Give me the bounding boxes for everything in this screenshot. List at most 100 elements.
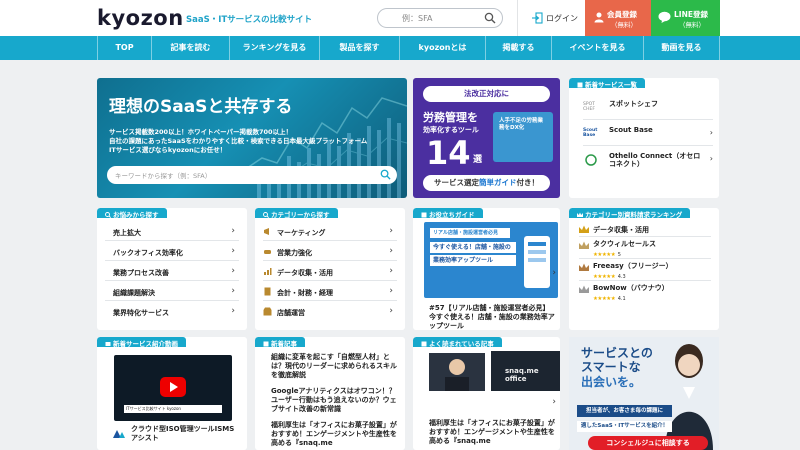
nav-videos[interactable]: 動画を見る [643,36,720,60]
news-header: 新着記事 [255,337,305,348]
news-article-3[interactable]: 福利厚生は「オフィスにお菓子設置」がおすすめ！エンゲージメントや生産性を高める『… [271,421,399,447]
promo-number: 14 [426,134,471,172]
chevron-right-icon: › [389,266,393,276]
hero-search-input[interactable]: キーワードから探す（例：SFA） [107,166,397,184]
nav-list-service[interactable]: 掲載する [485,36,551,60]
nav-ranking[interactable]: ランキングを見る [229,36,319,60]
promo-unit: 選 [473,155,483,165]
guide-title[interactable]: #57【リアル店舗・施設運営者必見】今すぐ使える！店舗・施設の業務効率アップツー… [429,304,555,330]
worry-item-organization[interactable]: 組織課題解決 › [105,283,239,301]
doc-icon [263,341,269,347]
login-button[interactable]: ログイン [517,0,585,36]
category-header: カテゴリーから探す [255,208,338,219]
category-item-store[interactable]: 店舗運営 › [263,303,397,321]
ranking-item-1[interactable]: タクウィルセールス ★★★★★ 5 [579,237,711,259]
site-header: kyozon SaaS・ITサービスの比較サイト 例：SFA ログイン 会員登録… [0,0,800,36]
ranking-panel: カテゴリー別資料請求ランキング データ収集・活用 タクウィルセールス ★★★★★… [569,208,719,330]
guide-img-title-2: 業務効率アップツール [430,255,516,266]
main-nav: TOP 記事を読む ランキングを見る 製品を探す kyozonとは 掲載する イ… [0,36,800,60]
nav-read-articles[interactable]: 記事を読む [151,36,229,60]
chevron-right-icon: › [231,246,235,256]
nav-top[interactable]: TOP [97,36,151,60]
chevron-right-icon[interactable]: › [552,268,556,278]
news-article-2[interactable]: Googleアナリティクスはオワコン！？ユーザー行動はもう追えないのか？ウェブサ… [271,387,399,413]
category-item-sales[interactable]: 営業力強化 › [263,243,397,261]
news-article-1[interactable]: 組織に変革を起こす「自燃型人材」とは？現代のリーダーに求められるスキルを徹底解説 [271,353,399,379]
nav-find-products[interactable]: 製品を探す [319,36,399,60]
person-illustration [429,353,485,391]
promo-guide-button[interactable]: サービス選定簡単ガイド付き！ [423,175,550,191]
guide-thumbnail[interactable]: リアル店舗・施設運営者必見 今すぐ使える！店舗・施設の 業務効率アップツール [424,222,558,298]
guide-panel[interactable]: お役立ちガイド リアル店舗・施設運営者必見 今すぐ使える！店舗・施設の 業務効率… [413,208,560,330]
promo-btn-highlight: 簡単ガイド [479,178,517,187]
service-name: Othello Connect（オセロコネクト） [609,152,701,169]
list-item[interactable]: Othello Connect（オセロコネクト） › [583,146,713,174]
guide-img-title-1: 今すぐ使える！店舗・施設の [430,242,516,253]
ranking-category[interactable]: データ収集・活用 [579,223,711,237]
ranking-stars: ★★★★★ 4.1 [593,296,626,302]
ranking-name: BowNow（バウナウ） [593,284,669,292]
login-label: ログイン [546,14,578,23]
category-panel: カテゴリーから探す マーケティング › 営業力強化 › データ収集・活用 › 会計・財… [255,208,405,330]
nav-events[interactable]: イベントを見る [551,36,643,60]
promo-card-text: 人手不足の労務業務をDX化 [499,118,544,132]
marketing-icon [264,228,269,235]
ranking-stars: ★★★★★ 4.3 [593,274,626,280]
concierge-ad[interactable]: サービスとの スマートな 出会いを。 担当者が、お客さま毎の課題に 適したSaaS・… [569,337,719,450]
ranking-item-2[interactable]: Freeasy（フリージー） ★★★★★ 4.3 [579,259,711,281]
list-item[interactable]: Scout Base Scout Base › [583,120,713,146]
promo-btn-pre: サービス選定 [434,178,479,187]
worry-item-sales[interactable]: 売上拡大 › [105,223,239,241]
site-logo[interactable]: kyozon [97,6,184,30]
ranking-item-3[interactable]: BowNow（バウナウ） ★★★★★ 4.1 [579,281,711,303]
popular-thumbnail[interactable]: snaq.me office [491,351,560,391]
silver-crown-icon [579,241,589,249]
chevron-right-icon: › [231,306,235,316]
popular-article-1[interactable]: 福利厚生は「オフィスにお菓子設置」がおすすめ！エンゲージメントや生産性を高める『… [429,419,557,445]
doc-icon [421,341,427,347]
line-register-button[interactable]: LINE登録 （無料） [651,0,720,36]
ad-strip-1: 担当者が、お客さま毎の課題に [577,405,672,417]
promo-band: 法改正対応に [423,86,550,102]
gold-crown-icon [579,225,589,233]
search-icon [263,212,269,218]
video-icon [105,342,111,346]
crown-icon [579,285,589,293]
chevron-right-icon: › [389,286,393,296]
video-thumbnail[interactable]: ITサービス比較サイト kyozon [114,355,232,421]
ranking-name: Freeasy（フリージー） [593,262,673,270]
service-logo: Scout Base [583,128,598,138]
nav-about[interactable]: kyozonとは [399,36,485,60]
popular-header: よく読まれている記事 [413,337,502,348]
header-search-input[interactable]: 例：SFA [377,8,503,28]
search-icon[interactable] [380,169,391,180]
site-tagline: SaaS・ITサービスの比較サイト [186,15,313,25]
category-item-data[interactable]: データ収集・活用 › [263,263,397,281]
chevron-right-icon[interactable]: › [552,397,556,407]
service-logo: SPOT CHEF [583,102,595,112]
chevron-right-icon: › [709,154,713,163]
search-icon[interactable] [484,12,496,24]
store-icon [263,307,272,316]
worry-item-process[interactable]: 業務プロセス改善 › [105,263,239,281]
category-item-marketing[interactable]: マーケティング › [263,223,397,241]
hero-title: 理想のSaaSと共存する [109,97,293,117]
video-title[interactable]: クラウド型ISO管理ツールISMSアシスト [131,425,241,443]
worry-item-backoffice[interactable]: バックオフィス効率化 › [105,243,239,261]
chevron-right-icon: › [231,226,235,236]
list-item[interactable]: SPOT CHEF スポットシェフ [583,94,713,120]
concierge-cta-button[interactable]: コンシェルジュに相談する [588,436,708,450]
category-item-accounting[interactable]: 会計・財務・経理 › [263,283,397,301]
register-button[interactable]: 会員登録 （無料） [585,0,651,36]
ranking-name: タクウィルセールス [593,240,656,248]
video-panel: 新着サービス紹介動画 ITサービス比較サイト kyozon クラウド型ISO管理… [97,337,247,450]
chevron-right-icon: › [389,306,393,316]
play-icon[interactable] [160,377,186,397]
promo-banner[interactable]: 法改正対応に 労務管理を 効率化するツール 14 選 人手不足の労務業務をDX化… [413,78,560,198]
ad-strip-2: 適したSaaS・ITサービスを紹介！ [577,421,672,432]
worry-item-industry[interactable]: 業界特化サービス › [105,303,239,321]
book-icon [421,212,427,218]
hero-subtitle-3: ITサービス選びならkyozonにお任せ！ [109,146,227,154]
video-header: 新着サービス紹介動画 [97,337,186,348]
worry-header: お悩みから探す [97,208,167,219]
